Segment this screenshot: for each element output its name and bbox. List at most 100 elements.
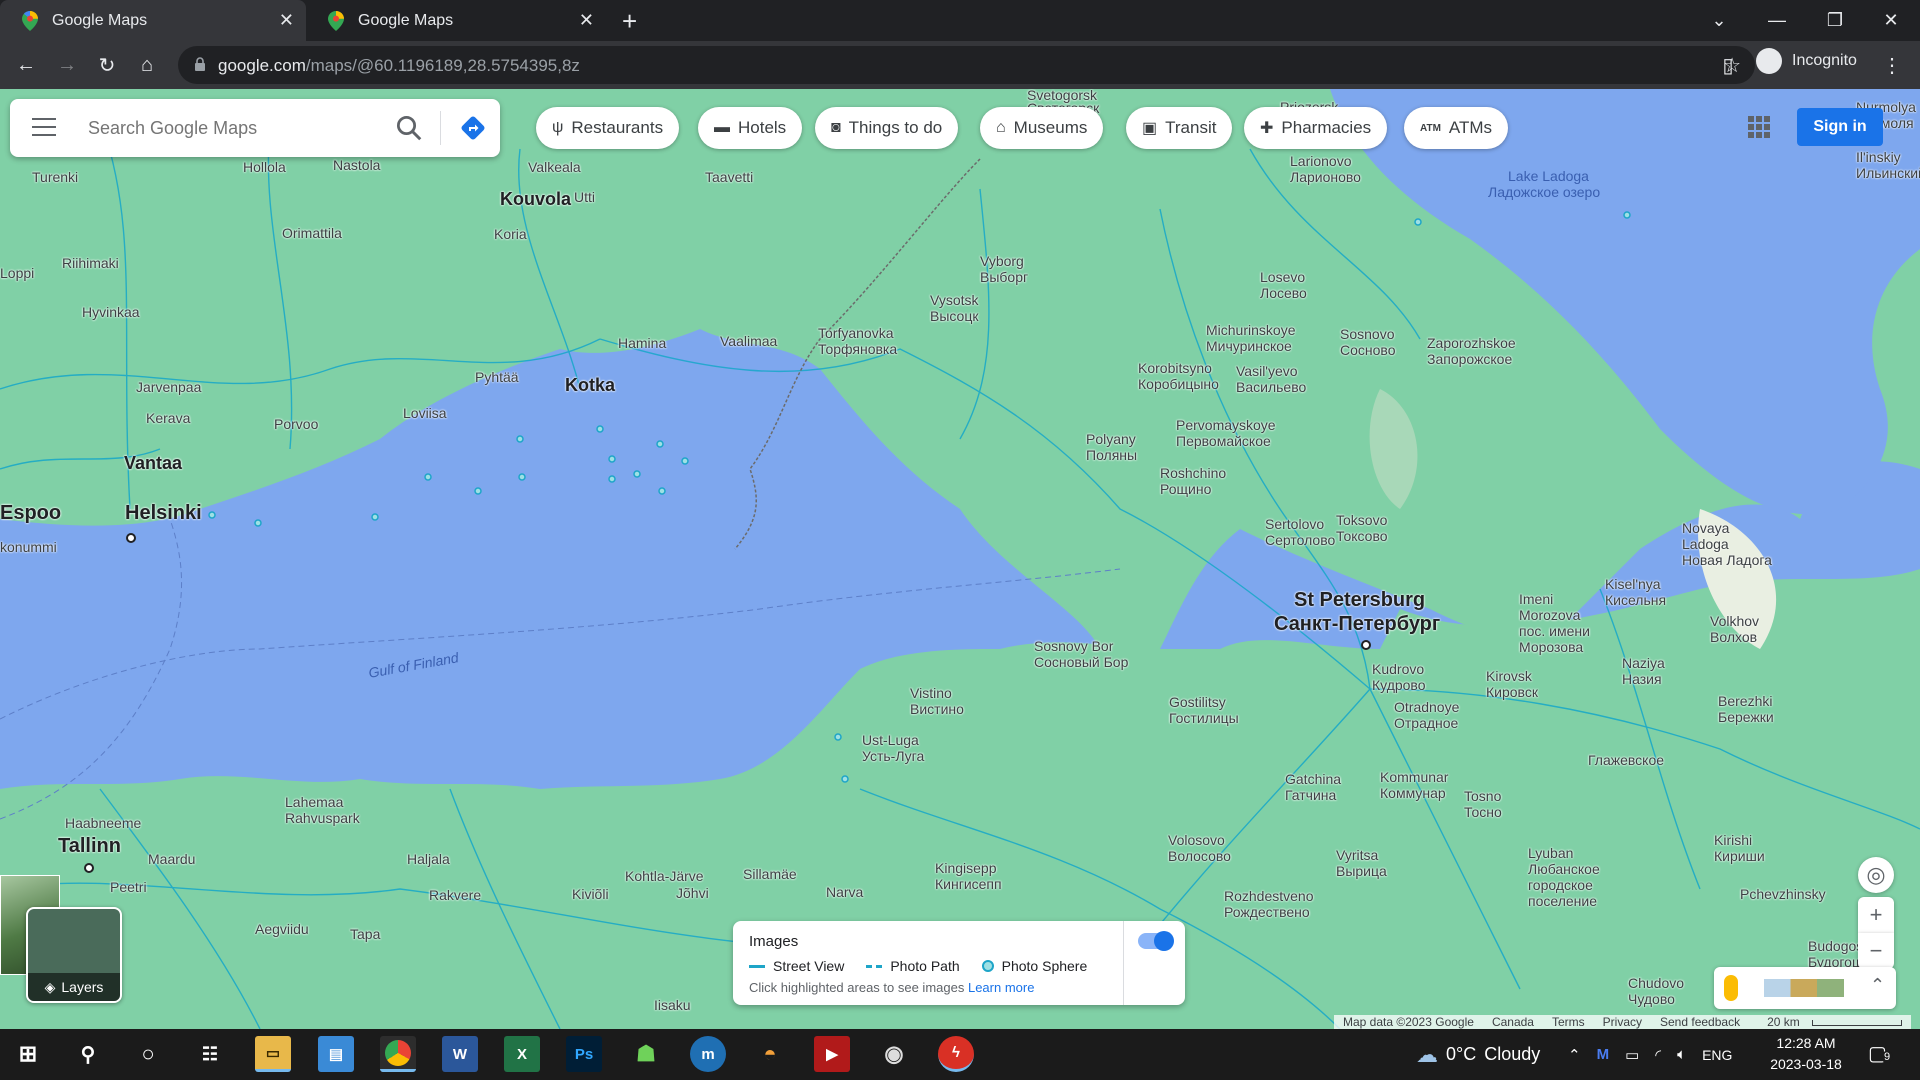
send-feedback-link[interactable]: Send feedback: [1651, 1015, 1749, 1029]
chevron-up-icon[interactable]: ⌃: [1568, 1046, 1581, 1064]
map-label-vaalimaa[interactable]: Vaalimaa: [720, 333, 777, 349]
map-label-st-petersburg-ru[interactable]: Санкт-Петербург: [1274, 614, 1440, 634]
address-bar[interactable]: google.com/maps/@60.1196189,28.5754395,8…: [178, 46, 1755, 84]
map-label-losevo[interactable]: Losevo Лосево: [1260, 269, 1307, 301]
privacy-link[interactable]: Privacy: [1594, 1015, 1651, 1029]
home-icon[interactable]: ⌂: [131, 49, 163, 81]
map-label-porvoo[interactable]: Porvoo: [274, 416, 318, 432]
map-label-nastola[interactable]: Nastola: [333, 157, 380, 173]
disc-app-icon[interactable]: ◉: [876, 1036, 912, 1072]
map-canvas[interactable]: Helsinki Espoo Vantaa Kotka Kouvola Tall…: [0, 89, 1920, 1029]
map-label-taavetti[interactable]: Taavetti: [705, 169, 753, 185]
map-label-ust-luga[interactable]: Ust-Luga Усть-Луга: [862, 732, 924, 764]
sign-in-button[interactable]: Sign in: [1797, 108, 1883, 146]
map-label-helsinki[interactable]: Helsinki: [125, 503, 202, 523]
incognito-indicator[interactable]: Incognito: [1756, 48, 1857, 74]
close-tab-icon[interactable]: ✕: [579, 10, 594, 31]
media-app-icon[interactable]: ▶: [814, 1036, 850, 1072]
map-label-torfyanovka[interactable]: Torfyanovka Торфяновка: [818, 325, 897, 357]
directions-icon[interactable]: [460, 115, 486, 141]
photoshop-icon[interactable]: Ps: [566, 1036, 602, 1072]
side-panel-icon[interactable]: ▯: [1712, 49, 1744, 81]
map-label-otradnoye[interactable]: Otradnoye Отрадное: [1394, 699, 1459, 731]
map-label-riihimaki[interactable]: Riihimaki: [62, 255, 119, 271]
map-label-larionovo[interactable]: Larionovo Ларионово: [1290, 153, 1361, 185]
chip-restaurants[interactable]: ψ Restaurants: [536, 107, 680, 149]
restore-icon[interactable]: ❐: [1806, 0, 1864, 41]
map-label-berezhki[interactable]: Berezhki Бережки: [1718, 693, 1774, 725]
map-label-kotka[interactable]: Kotka: [565, 376, 615, 394]
country-link[interactable]: Canada: [1483, 1015, 1543, 1029]
map-label-iisaku[interactable]: Iisaku: [654, 997, 691, 1013]
map-label-tapa[interactable]: Tapa: [350, 926, 380, 942]
map-label-lyuban[interactable]: Lyuban Любанское городское поселение: [1528, 845, 1600, 909]
new-tab-button[interactable]: +: [622, 6, 637, 37]
map-label-kerava[interactable]: Kerava: [146, 410, 190, 426]
map-label-volosovo[interactable]: Volosovo Волосово: [1168, 832, 1231, 864]
map-label-narva[interactable]: Narva: [826, 884, 863, 900]
file-explorer-icon[interactable]: ▭: [255, 1036, 291, 1072]
map-label-vyritsa[interactable]: Vyritsa Вырица: [1336, 847, 1387, 879]
close-window-icon[interactable]: ✕: [1862, 0, 1920, 41]
flash-app-icon[interactable]: ϟ: [938, 1036, 974, 1072]
map-label-sillamae[interactable]: Sillamäe: [743, 866, 797, 882]
map-label-tosno[interactable]: Tosno Тосно: [1464, 788, 1502, 820]
map-label-jarvenpaa[interactable]: Jarvenpaa: [136, 379, 201, 395]
control-panel-icon[interactable]: ▤: [318, 1036, 354, 1072]
excel-icon[interactable]: X: [504, 1036, 540, 1072]
map-label-vantaa[interactable]: Vantaa: [124, 454, 182, 472]
zoom-out-button[interactable]: −: [1858, 933, 1894, 969]
expand-chevron-icon[interactable]: ⌃: [1870, 975, 1885, 996]
pegman-icon[interactable]: [1724, 975, 1738, 1001]
map-label-orimattila[interactable]: Orimattila: [282, 225, 342, 241]
map-label-haabneeme[interactable]: Haabneeme: [65, 815, 141, 831]
tab-search-icon[interactable]: ⌄: [1690, 0, 1748, 41]
map-label-haljala[interactable]: Haljala: [407, 851, 450, 867]
map-label-turenki[interactable]: Turenki: [32, 169, 78, 185]
map-label-novaya-ladoga[interactable]: Novaya Ladoga Новая Ладога: [1682, 520, 1772, 568]
map-label-vasilyevo[interactable]: Vasil'yevo Васильево: [1236, 363, 1306, 395]
map-label-gatchina[interactable]: Gatchina Гатчина: [1285, 771, 1341, 803]
map-label-tallinn[interactable]: Tallinn: [58, 836, 121, 856]
chip-pharmacies[interactable]: ✚ Pharmacies: [1244, 107, 1388, 149]
word-icon[interactable]: W: [442, 1036, 478, 1072]
weather-widget[interactable]: ☁ 0°C Cloudy: [1416, 1029, 1540, 1080]
map-label-koria[interactable]: Koria: [494, 226, 527, 242]
map-label-kirishi[interactable]: Kirishi Кириши: [1714, 832, 1765, 864]
tray-app-icon[interactable]: M: [1597, 1046, 1610, 1063]
chrome-icon[interactable]: [380, 1036, 416, 1072]
reload-icon[interactable]: ↻: [91, 49, 123, 81]
map-label-kohtla-jarve[interactable]: Kohtla-Järve: [625, 868, 704, 884]
terms-link[interactable]: Terms: [1543, 1015, 1594, 1029]
chip-transit[interactable]: ▣ Transit: [1126, 107, 1233, 149]
vpn-app-icon[interactable]: ◓: [752, 1036, 788, 1072]
chip-hotels[interactable]: ▬ Hotels: [698, 107, 803, 149]
map-label-kiselnya[interactable]: Kisel'nya Кисельня: [1605, 576, 1666, 608]
back-arrow-icon[interactable]: ←: [10, 49, 42, 81]
map-label-johvi[interactable]: Jõhvi: [676, 885, 709, 901]
map-label-michurinskoye[interactable]: Michurinskoye Мичуринское: [1206, 322, 1295, 354]
zoom-in-button[interactable]: +: [1858, 897, 1894, 933]
map-label-kirovsk[interactable]: Kirovsk Кировск: [1486, 668, 1538, 700]
map-label-kouvola[interactable]: Kouvola: [500, 190, 571, 208]
map-label-sosnovy-bor[interactable]: Sosnovy Bor Сосновый Бор: [1034, 638, 1128, 670]
close-tab-icon[interactable]: ✕: [279, 10, 294, 31]
map-label-aegviidu[interactable]: Aegviidu: [255, 921, 309, 937]
map-label-kingisepp[interactable]: Kingisepp Кингисепп: [935, 860, 1002, 892]
map-label-kivioli[interactable]: Kiviõli: [572, 886, 609, 902]
map-label-kommunar[interactable]: Kommunar Коммунар: [1380, 769, 1448, 801]
map-label-hyvinkaa[interactable]: Hyvinkaa: [82, 304, 140, 320]
windows-start-icon[interactable]: ⊞: [10, 1036, 46, 1072]
map-label-sertolovo[interactable]: Sertolovo Сертолово: [1265, 516, 1335, 548]
map-label-polyany[interactable]: Polyany Поляны: [1086, 431, 1137, 463]
map-label-utti[interactable]: Utti: [574, 189, 595, 205]
search-icon[interactable]: ⚲: [70, 1036, 106, 1072]
language-indicator[interactable]: ENG: [1702, 1047, 1732, 1063]
map-label-vistino[interactable]: Vistino Вистино: [910, 685, 964, 717]
search-input[interactable]: [88, 113, 378, 143]
chip-museums[interactable]: ⌂ Museums: [980, 107, 1104, 149]
map-label-sosnovo[interactable]: Sosnovo Сосново: [1340, 326, 1395, 358]
map-label-toksovo[interactable]: Toksovo Токсово: [1336, 512, 1388, 544]
map-label-loviisa[interactable]: Loviisa: [403, 405, 447, 421]
images-toggle[interactable]: [1138, 931, 1174, 951]
